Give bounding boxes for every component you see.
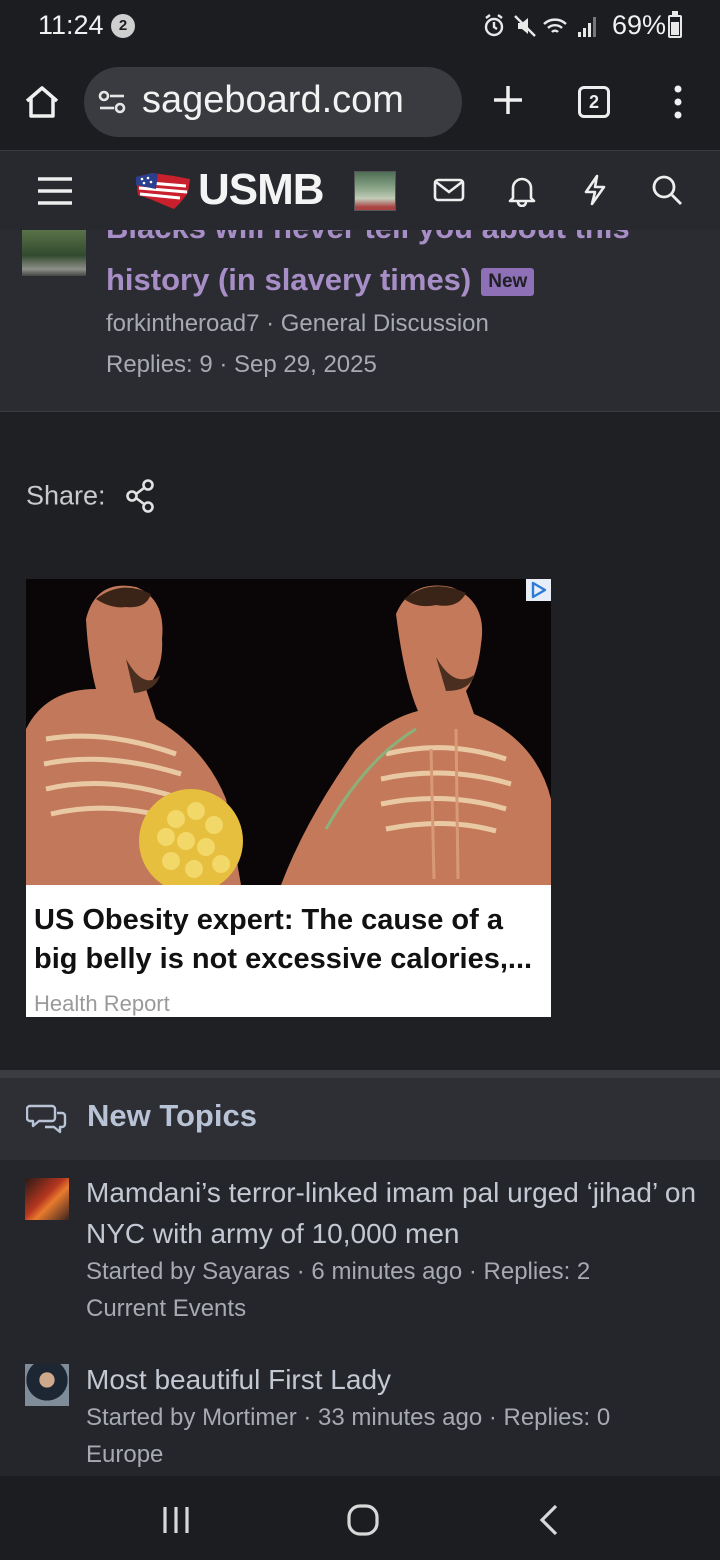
new-topics-header: New Topics <box>0 1078 720 1160</box>
section-divider <box>0 1070 720 1078</box>
thread-title-cut[interactable]: Blacks will never tell you about this <box>106 230 630 246</box>
battery-icon <box>668 11 682 38</box>
ad-headline[interactable]: US Obesity expert: The cause of a big be… <box>34 901 549 979</box>
topic-meta: Started by Sayaras · 6 minutes ago · Rep… <box>86 1258 591 1285</box>
battery-percent: 69% <box>612 10 667 40</box>
menu-icon[interactable] <box>36 173 74 209</box>
user-avatar[interactable] <box>354 171 396 211</box>
chat-bubbles-icon <box>26 1104 67 1134</box>
ad-source[interactable]: Health Report <box>34 991 170 1017</box>
thread-avatar[interactable] <box>22 230 86 276</box>
avatar[interactable] <box>25 1364 69 1406</box>
mute-icon <box>514 15 536 37</box>
status-icons <box>484 14 596 37</box>
avatar[interactable] <box>25 1178 69 1220</box>
site-header: USMB <box>0 150 720 230</box>
share-row: Share: <box>26 478 158 518</box>
ad-choices-icon[interactable] <box>526 579 551 601</box>
search-icon[interactable] <box>650 173 684 207</box>
signal-icon <box>578 17 596 37</box>
thread-stats: Replies: 9 · Sep 29, 2025 <box>106 351 377 378</box>
back-chevron-icon[interactable] <box>530 1500 570 1540</box>
plus-icon[interactable] <box>486 78 530 122</box>
thread-meta: forkintheroad7 · General Discussion <box>106 310 489 337</box>
notification-count-badge: 2 <box>111 14 135 38</box>
mail-icon[interactable] <box>432 173 466 207</box>
url-text[interactable]: sageboard.com <box>142 79 454 122</box>
topic-title[interactable]: Mamdani’s terror-linked imam pal urged ‘… <box>86 1172 706 1254</box>
topic-forum[interactable]: Europe <box>86 1441 163 1469</box>
thread-title[interactable]: history (in slavery times) New <box>106 262 535 298</box>
new-topics-title[interactable]: New Topics <box>87 1098 257 1134</box>
home-icon[interactable] <box>20 80 64 124</box>
wifi-icon <box>543 18 567 33</box>
new-badge: New <box>481 267 535 296</box>
advertisement[interactable]: US Obesity expert: The cause of a big be… <box>26 579 551 1017</box>
home-circle-icon[interactable] <box>343 1500 383 1540</box>
address-bar[interactable]: sageboard.com <box>84 67 462 137</box>
tabs-icon[interactable]: 2 <box>578 86 610 118</box>
bell-icon[interactable] <box>505 173 539 207</box>
thread-title-text[interactable]: history (in slavery times) <box>106 262 471 297</box>
status-bar: 11:24 2 69% <box>0 0 720 52</box>
alarm-icon <box>484 14 504 37</box>
site-settings-icon[interactable] <box>96 87 130 117</box>
usa-flag-logo-icon[interactable] <box>132 169 194 211</box>
system-nav-bar <box>0 1476 720 1560</box>
recent-apps-icon[interactable] <box>156 1500 196 1540</box>
share-icon[interactable] <box>124 478 158 514</box>
browser-toolbar: sageboard.com 2 <box>0 52 720 150</box>
status-time: 11:24 <box>38 10 104 40</box>
site-logo-text[interactable]: USMB <box>198 165 325 215</box>
new-topics-list: Mamdani’s terror-linked imam pal urged ‘… <box>0 1160 720 1476</box>
more-vert-icon[interactable] <box>664 84 692 120</box>
topic-title[interactable]: Most beautiful First Lady <box>86 1359 706 1400</box>
ad-image[interactable] <box>26 579 551 885</box>
share-label: Share: <box>26 480 106 511</box>
lightning-icon[interactable] <box>578 173 612 207</box>
topic-meta: Started by Mortimer · 33 minutes ago · R… <box>86 1404 611 1431</box>
related-thread-item[interactable]: Blacks will never tell you about this hi… <box>0 230 720 412</box>
topic-forum[interactable]: Current Events <box>86 1295 246 1323</box>
